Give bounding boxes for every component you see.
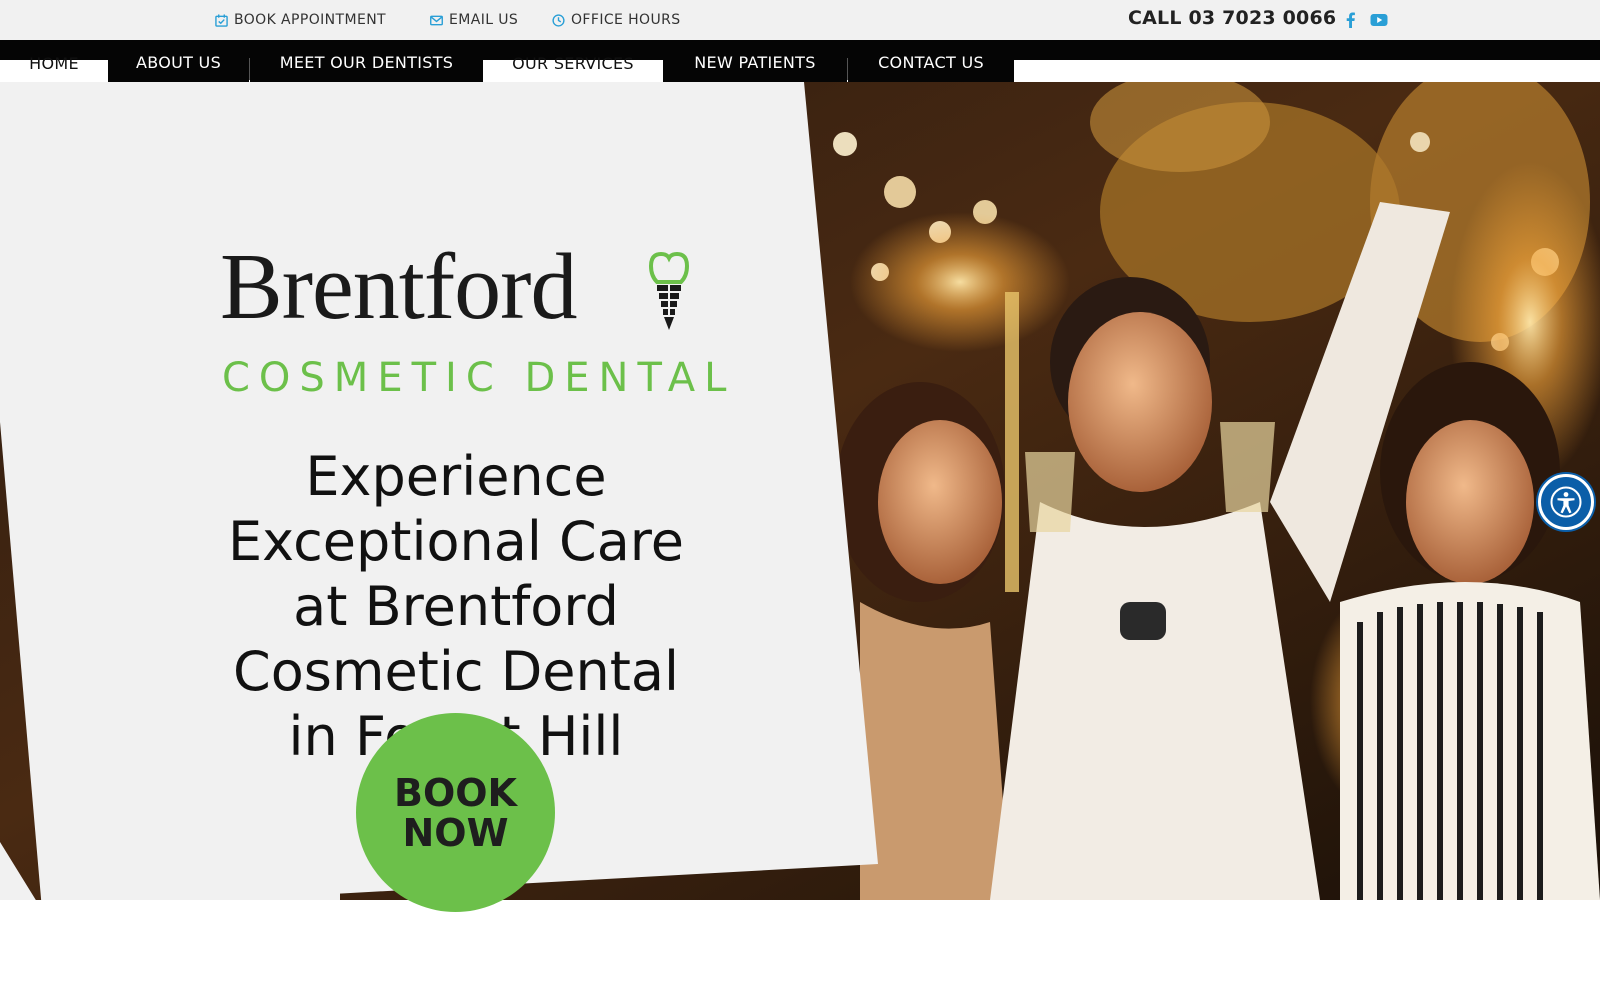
- email-us-label: EMAIL US: [449, 12, 519, 28]
- nav-item-meet-our-dentists-label: MEET OUR DENTISTS: [279, 52, 454, 72]
- top-utility-bar: BOOK APPOINTMENT EMAIL US OFFICE HOURS C…: [0, 0, 1600, 40]
- headline-line: Experience: [305, 445, 607, 508]
- accessibility-button[interactable]: [1538, 474, 1594, 530]
- nav-item-home-label: HOME: [29, 54, 79, 73]
- headline-line: at Brentford: [293, 575, 619, 638]
- office-hours-label: OFFICE HOURS: [571, 12, 681, 28]
- nav-item-contact-us-label: CONTACT US: [878, 52, 984, 72]
- brand-subtitle: COSMETIC DENTAL: [222, 355, 736, 401]
- nav-item-our-services-label: OUR SERVICES: [512, 54, 634, 73]
- nav-item-about-us-label: ABOUT US: [135, 52, 222, 72]
- headline-line: Exceptional Care: [227, 510, 685, 573]
- accessibility-icon: [1549, 485, 1583, 519]
- tooth-implant-logo-icon: [645, 251, 693, 336]
- book-appointment-link[interactable]: BOOK APPOINTMENT: [215, 10, 386, 30]
- facebook-icon[interactable]: [1342, 11, 1360, 29]
- brand-name: Brentford: [220, 235, 577, 339]
- envelope-icon: [430, 14, 443, 27]
- nav-item-new-patients-label: NEW PATIENTS: [694, 52, 816, 72]
- nav-item-our-services[interactable]: OUR SERVICES: [483, 40, 663, 82]
- nav-item-meet-our-dentists[interactable]: MEET OUR DENTISTS: [250, 40, 483, 82]
- book-now-label-line1: BOOK: [393, 770, 518, 815]
- nav-item-home[interactable]: HOME: [0, 40, 108, 82]
- main-navigation: HOME ABOUT US MEET OUR DENTISTS OUR SERV…: [0, 40, 1600, 82]
- hero-section: Brentford COSMETIC DENTAL Experience Exc…: [0, 82, 1600, 900]
- book-now-button[interactable]: BOOK NOW: [356, 713, 555, 912]
- youtube-icon[interactable]: [1370, 11, 1388, 29]
- office-hours-link[interactable]: OFFICE HOURS: [552, 10, 681, 30]
- headline-line: Cosmetic Dental: [232, 640, 680, 703]
- nav-item-new-patients[interactable]: NEW PATIENTS: [663, 40, 847, 82]
- nav-item-contact-us[interactable]: CONTACT US: [848, 40, 1014, 82]
- book-now-label-line2: NOW: [402, 810, 509, 855]
- calendar-icon: [215, 13, 228, 27]
- book-appointment-label: BOOK APPOINTMENT: [234, 12, 387, 28]
- phone-number[interactable]: CALL 03 7023 0066: [1128, 7, 1336, 29]
- email-us-link[interactable]: EMAIL US: [430, 10, 518, 30]
- nav-item-about-us[interactable]: ABOUT US: [108, 40, 249, 82]
- clock-icon: [552, 13, 565, 27]
